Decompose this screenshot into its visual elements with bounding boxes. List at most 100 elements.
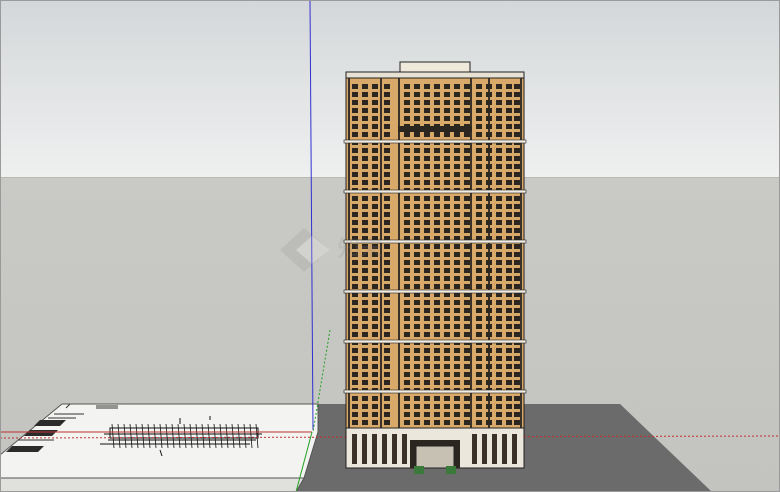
window [434, 156, 440, 161]
window [476, 148, 482, 153]
floor-band [343, 289, 527, 294]
window [506, 204, 512, 209]
window [496, 396, 502, 401]
window [352, 172, 358, 177]
window [464, 156, 470, 161]
window [496, 300, 502, 305]
window [514, 196, 520, 201]
window [404, 356, 410, 361]
window [486, 116, 492, 121]
window [424, 276, 430, 281]
window [514, 84, 520, 89]
window [454, 92, 460, 97]
window [434, 332, 440, 337]
podium-window [392, 434, 397, 464]
window [506, 108, 512, 113]
window [362, 164, 368, 169]
window [454, 108, 460, 113]
window [496, 196, 502, 201]
window [454, 164, 460, 169]
window [434, 108, 440, 113]
window [384, 260, 390, 265]
window [476, 404, 482, 409]
window [486, 324, 492, 329]
window [404, 196, 410, 201]
window [464, 172, 470, 177]
window [514, 108, 520, 113]
window [514, 372, 520, 377]
window [454, 284, 460, 289]
window [514, 172, 520, 177]
window [414, 196, 420, 201]
window [414, 332, 420, 337]
window [414, 276, 420, 281]
window [476, 276, 482, 281]
window [496, 100, 502, 105]
window [514, 284, 520, 289]
window [414, 108, 420, 113]
window [444, 220, 450, 225]
3d-viewport[interactable]: 知末 [0, 0, 780, 492]
window [454, 212, 460, 217]
window [384, 284, 390, 289]
window [476, 308, 482, 313]
window [352, 84, 358, 89]
window [454, 300, 460, 305]
window [434, 348, 440, 353]
window [444, 380, 450, 385]
window [384, 348, 390, 353]
window [486, 316, 492, 321]
window [496, 412, 502, 417]
window [496, 276, 502, 281]
window [424, 348, 430, 353]
window [514, 252, 520, 257]
window [362, 92, 368, 97]
window [496, 364, 502, 369]
window [486, 372, 492, 377]
window [384, 156, 390, 161]
window [464, 396, 470, 401]
window [434, 148, 440, 153]
window [444, 212, 450, 217]
window [464, 132, 470, 137]
window [384, 412, 390, 417]
window [454, 148, 460, 153]
window [404, 116, 410, 121]
window [476, 364, 482, 369]
window [454, 308, 460, 313]
window [362, 324, 368, 329]
window [514, 316, 520, 321]
podium-window [362, 434, 367, 464]
window [444, 180, 450, 185]
window [444, 324, 450, 329]
window [414, 228, 420, 233]
window [464, 420, 470, 425]
window [362, 316, 368, 321]
window [384, 124, 390, 129]
scene-canvas[interactable]: 知末 [0, 0, 780, 492]
site-plan-slab[interactable] [0, 403, 319, 492]
window [496, 220, 502, 225]
window [424, 204, 430, 209]
window [514, 348, 520, 353]
window [464, 404, 470, 409]
floor-band [343, 389, 527, 394]
podium-window [502, 434, 507, 464]
window [514, 212, 520, 217]
window [464, 308, 470, 313]
window [384, 316, 390, 321]
window [414, 148, 420, 153]
window [384, 164, 390, 169]
window [434, 420, 440, 425]
tower-model[interactable] [343, 61, 527, 474]
window [372, 372, 378, 377]
window [496, 348, 502, 353]
window [434, 92, 440, 97]
window [486, 100, 492, 105]
window [372, 316, 378, 321]
window [372, 420, 378, 425]
window [464, 260, 470, 265]
window [352, 132, 358, 137]
window [414, 212, 420, 217]
window [444, 228, 450, 233]
